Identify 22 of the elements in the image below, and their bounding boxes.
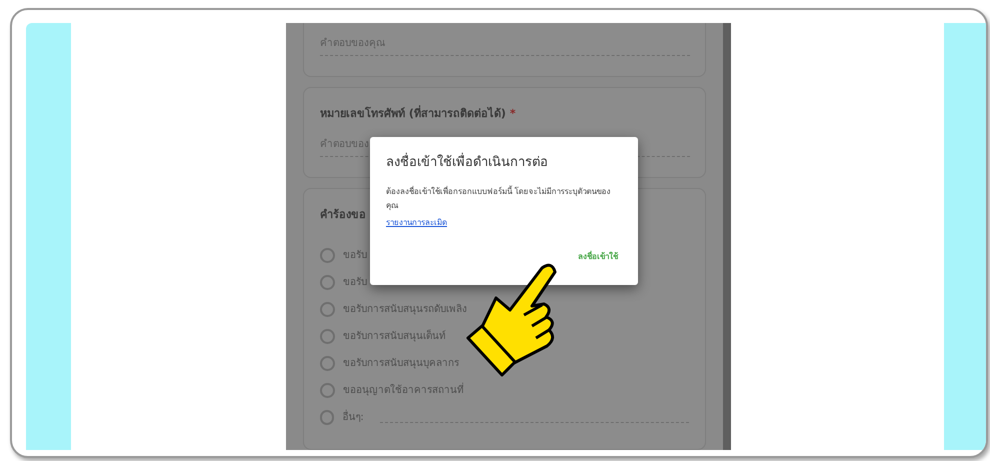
option-label: ขอรับการสนับสนุนเต็นท์ (343, 328, 446, 344)
option-label: ขอรับการสนับสนุนบุคลากร (343, 356, 459, 370)
option-label: ขอรับ (343, 248, 367, 262)
radio-button[interactable] (320, 248, 335, 262)
radio-button[interactable] (320, 328, 335, 344)
radio-button[interactable] (320, 302, 335, 316)
question-label: หมายเลขโทรศัพท์ (ที่สามารถติดต่อได้) (320, 106, 506, 122)
question-label: คำร้องขอ (320, 206, 366, 222)
dialog-message: ต้องลงชื่อเข้าใช้เพื่อกรอกแบบฟอร์มนี้ โดยจะไม่มีการระบุตัวตนของคุณ (386, 184, 612, 212)
option-label: ขออนุญาตใช้อาคารสถานที่ (343, 382, 464, 398)
radio-button[interactable] (320, 356, 335, 370)
option-label: อื่นๆ: (342, 410, 364, 424)
option-label: ขอรับ (343, 276, 367, 290)
radio-button[interactable] (320, 274, 335, 290)
sign-in-button[interactable]: ลงชื่อเข้าใช้ (574, 246, 622, 266)
radio-button[interactable] (320, 382, 335, 398)
dialog-title: ลงชื่อเข้าใช้เพื่อดำเนินการต่อ (386, 153, 622, 172)
radio-button[interactable] (320, 410, 334, 424)
required-mark: * (510, 106, 516, 122)
option-label: ขอรับการสนับสนุนรถดับเพลิง (343, 302, 467, 316)
report-abuse-link[interactable]: รายงานการละเมิด (386, 216, 447, 228)
scrollbar[interactable] (723, 23, 731, 450)
